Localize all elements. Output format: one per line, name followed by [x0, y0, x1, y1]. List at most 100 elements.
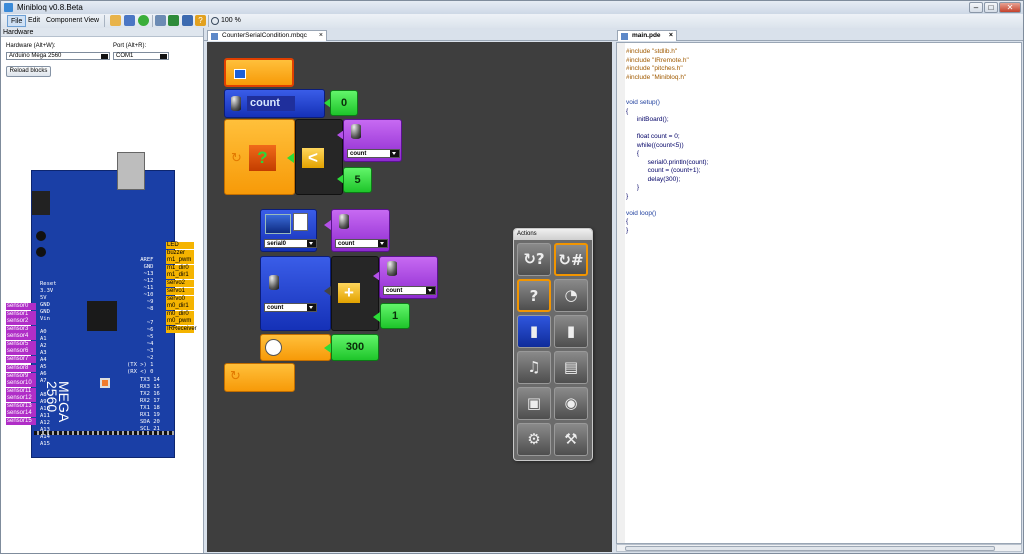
variable-icon: [269, 275, 279, 290]
zoom-icon[interactable]: [211, 17, 219, 25]
clock-icon: [265, 339, 282, 356]
variable-get-block[interactable]: count: [379, 256, 438, 299]
delay-block[interactable]: [260, 334, 331, 361]
connector-arrow: [287, 153, 294, 163]
number-block[interactable]: 0: [330, 90, 358, 116]
variable-select[interactable]: count: [347, 149, 400, 158]
edit-icon[interactable]: [155, 15, 166, 26]
code-line: void loop(): [626, 209, 657, 217]
variable-init-icon[interactable]: ▮: [517, 315, 551, 348]
variable-get-block[interactable]: count: [331, 209, 390, 252]
delay-icon[interactable]: ◔: [554, 279, 588, 312]
close-button[interactable]: ✕: [999, 2, 1021, 13]
output-label: buzzer: [166, 249, 194, 257]
hardware-panel-title: Hardware: [1, 28, 203, 37]
run-icon[interactable]: [138, 15, 149, 26]
variable-select[interactable]: count: [335, 239, 388, 248]
close-tab-icon[interactable]: ×: [319, 31, 323, 41]
code-line: float count = 0;: [626, 133, 680, 140]
loop-icon: ↻: [231, 151, 242, 166]
gear-icon[interactable]: ⚙: [517, 423, 551, 456]
output-label: m0_pwm: [166, 318, 194, 325]
sensor-label: sensor5: [6, 340, 36, 348]
new-file-icon[interactable]: [110, 15, 121, 26]
serial-icon[interactable]: ▣: [517, 387, 551, 420]
variable-select[interactable]: count: [383, 286, 436, 295]
output-label: servo1: [166, 288, 194, 295]
sensor-label: sensor6: [6, 348, 36, 355]
window-icon[interactable]: [182, 15, 193, 26]
number-block[interactable]: 300: [331, 334, 379, 361]
menu-bar: File Edit Component View ? 100 %: [1, 14, 1023, 28]
sensor-label: sensor13: [6, 402, 36, 410]
number-value: 5: [354, 174, 361, 186]
compare-block[interactable]: <: [295, 119, 344, 195]
power-jack: [32, 191, 50, 215]
code-line: {: [626, 107, 629, 115]
tab-label: CounterSerialCondition.mbqc: [222, 32, 307, 39]
serial-port-select[interactable]: serial0: [264, 239, 317, 248]
tab-counter-serial-condition[interactable]: CounterSerialCondition.mbqc ×: [207, 30, 327, 41]
tab-main-pde[interactable]: main.pde ×: [617, 30, 677, 41]
connector-arrow: [373, 312, 380, 322]
sensor-label: sensor4: [6, 333, 36, 340]
hardware-select[interactable]: Arduino Mega 2560: [6, 52, 110, 60]
variable-name[interactable]: count: [247, 96, 295, 111]
variable-set-icon[interactable]: ▮: [554, 315, 588, 348]
add-block[interactable]: +: [331, 256, 380, 331]
number-block[interactable]: 5: [343, 167, 372, 193]
code-line: {: [626, 150, 640, 157]
motor-icon[interactable]: ⚒: [554, 423, 588, 456]
code-line: {: [626, 218, 629, 225]
number-block[interactable]: 1: [380, 303, 410, 329]
minimize-button[interactable]: –: [969, 2, 983, 13]
variable-select-value: count: [267, 305, 284, 311]
serial-port-select-value: serial0: [267, 241, 287, 247]
menu-view[interactable]: View: [81, 15, 102, 27]
zoom-level[interactable]: 100 %: [221, 14, 241, 28]
speaker-icon[interactable]: ◉: [554, 387, 588, 420]
capacitor: [36, 231, 46, 241]
reload-blocks-button[interactable]: Reload blocks: [6, 66, 51, 77]
if-icon[interactable]: ?: [517, 279, 551, 312]
output-label: LED: [166, 242, 194, 249]
toolbar-separator: [104, 15, 105, 27]
sound-icon[interactable]: ♫: [517, 351, 551, 384]
menu-component[interactable]: Component: [43, 15, 85, 27]
close-tab-icon[interactable]: ×: [669, 31, 673, 41]
while-block[interactable]: ↻ ?: [224, 119, 295, 195]
code-line: void setup(): [626, 99, 660, 106]
port-label: Port (Alt+R):: [113, 43, 147, 49]
serial-print-block[interactable]: serial0: [260, 209, 317, 252]
port-select[interactable]: COM1: [113, 52, 169, 60]
component-icon[interactable]: [168, 15, 179, 26]
save-icon[interactable]: [124, 15, 135, 26]
loop-condition-icon[interactable]: ↻?: [517, 243, 551, 276]
block-canvas[interactable]: count 0 ↻ ? < count 5 serial0 count coun…: [207, 42, 612, 552]
hardware-select-value: Arduino Mega 2560: [9, 53, 62, 59]
output-label: m0_dir1: [166, 303, 194, 310]
sensor-label: sensor9: [6, 372, 36, 380]
menu-file[interactable]: File: [7, 15, 27, 27]
help-icon[interactable]: ?: [195, 15, 206, 26]
horizontal-scrollbar[interactable]: [616, 544, 1022, 552]
while-end-block[interactable]: ↻: [224, 363, 295, 392]
maximize-button[interactable]: □: [984, 2, 998, 13]
start-block[interactable]: [224, 58, 294, 87]
sensor-label: sensor11: [6, 387, 36, 395]
screen-icon[interactable]: ▤: [554, 351, 588, 384]
menu-edit[interactable]: Edit: [25, 15, 43, 27]
scroll-thumb[interactable]: [625, 546, 995, 551]
variable-set-block[interactable]: count: [260, 256, 331, 331]
variable-select[interactable]: count: [264, 303, 317, 312]
output-label: m0_dir0: [166, 310, 194, 318]
code-tab-strip: main.pde ×: [613, 28, 1023, 41]
variable-select-value: count: [338, 241, 355, 247]
variable-get-block[interactable]: count: [343, 119, 402, 162]
sensor-label: sensor7: [6, 355, 36, 363]
code-editor[interactable]: #include "stdlib.h" #include "IRremote.h"…: [616, 42, 1022, 544]
loop-count-icon[interactable]: ↻#: [554, 243, 588, 276]
number-value: 1: [391, 310, 399, 322]
variable-init-block[interactable]: count: [224, 89, 325, 118]
